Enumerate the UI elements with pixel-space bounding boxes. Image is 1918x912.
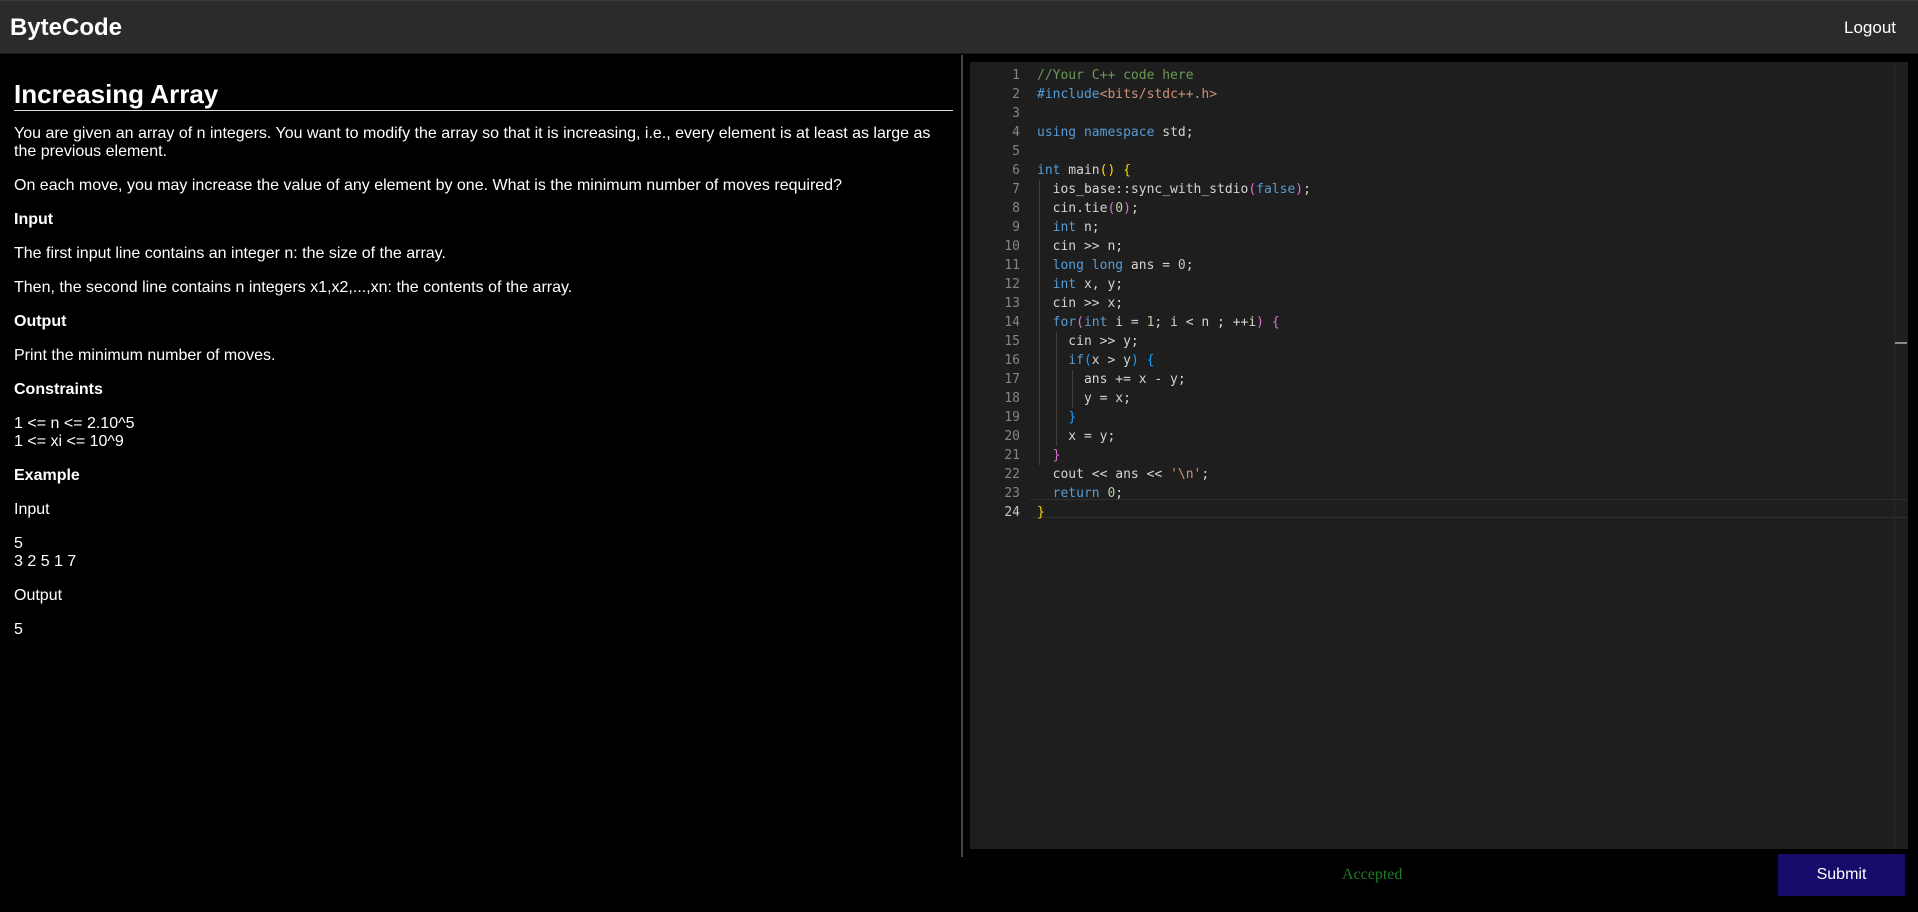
constraint-item: 1 <= xi <= 10^9 (14, 433, 124, 450)
submit-button[interactable]: Submit (1778, 854, 1905, 896)
line-number: 19 (1004, 410, 1020, 425)
example-input-line: 5 (14, 535, 23, 552)
line-number: 18 (1004, 391, 1020, 406)
code-line[interactable]: cout << ans << '\n'; (1037, 465, 1908, 484)
code-line[interactable]: int n; (1037, 218, 1908, 237)
code-line[interactable]: } (1037, 408, 1908, 427)
line-number-gutter: 1 2 3 4 5 6 7 8 9 10 11 12 13 14 15 16 17 18 19 20 21 22 23 24 (970, 66, 1020, 522)
code-area[interactable]: //Your C++ code here #include<bits/stdc++… (1037, 66, 1908, 522)
line-number: 20 (1004, 429, 1020, 444)
example-input-label: Input (14, 501, 50, 518)
line-number: 22 (1004, 467, 1020, 482)
code-line[interactable]: long long ans = 0; (1037, 256, 1908, 275)
editor-scrollbar[interactable] (1894, 62, 1908, 849)
line-number: 11 (1004, 258, 1020, 273)
panel-resizer[interactable] (961, 55, 963, 857)
indent-guide (1072, 370, 1073, 408)
code-line[interactable]: ​ (1037, 142, 1908, 161)
scrollbar-marker (1895, 342, 1907, 344)
problem-statement: Increasing Array You are given an array … (14, 54, 953, 639)
example-input-line: 3 2 5 1 7 (14, 553, 77, 570)
line-number: 15 (1004, 334, 1020, 349)
code-line[interactable]: cin >> x; (1037, 294, 1908, 313)
code-line[interactable]: int main() { (1037, 161, 1908, 180)
line-number: 9 (1012, 220, 1020, 235)
code-line[interactable]: #include<bits/stdc++.h> (1037, 85, 1908, 104)
example-heading: Example (14, 467, 80, 484)
line-number: 16 (1004, 353, 1020, 368)
line-number: 24 (1004, 505, 1020, 520)
line-number: 8 (1012, 201, 1020, 216)
code-line[interactable]: cin.tie(0); (1037, 199, 1908, 218)
code-line[interactable]: for(int i = 1; i < n ; ++i) { (1037, 313, 1908, 332)
code-line[interactable]: cin >> y; (1037, 332, 1908, 351)
line-number: 6 (1012, 163, 1020, 178)
code-line[interactable]: //Your C++ code here (1037, 66, 1908, 85)
example-output: 5 (14, 621, 23, 638)
code-line[interactable]: y = x; (1037, 389, 1908, 408)
code-line[interactable]: int x, y; (1037, 275, 1908, 294)
input-description-2: Then, the second line contains n integer… (14, 279, 573, 296)
line-number: 3 (1012, 106, 1020, 121)
indent-guide (1056, 332, 1057, 446)
line-number: 14 (1004, 315, 1020, 330)
line-number: 12 (1004, 277, 1020, 292)
problem-title: Increasing Array (14, 78, 953, 111)
code-line[interactable]: return 0; (1037, 484, 1908, 503)
code-line[interactable]: } (1037, 446, 1908, 465)
logout-link[interactable]: Logout (1844, 18, 1896, 38)
line-number: 10 (1004, 239, 1020, 254)
line-number: 1 (1012, 68, 1020, 83)
output-description: Print the minimum number of moves. (14, 347, 276, 364)
code-line[interactable]: ​ (1037, 104, 1908, 123)
line-number: 23 (1004, 486, 1020, 501)
problem-description: You are given an array of n integers. Yo… (14, 125, 931, 160)
input-heading: Input (14, 211, 54, 228)
line-number: 13 (1004, 296, 1020, 311)
code-line[interactable]: using namespace std; (1037, 123, 1908, 142)
code-line[interactable]: x = y; (1037, 427, 1908, 446)
line-number: 7 (1012, 182, 1020, 197)
input-description-1: The first input line contains an integer… (14, 245, 446, 262)
submission-status: Accepted (1342, 866, 1403, 883)
line-number: 4 (1012, 125, 1020, 140)
brand-logo[interactable]: ByteCode (10, 14, 122, 42)
constraints-heading: Constraints (14, 381, 103, 398)
line-number: 5 (1012, 144, 1020, 159)
line-number: 2 (1012, 87, 1020, 102)
top-navbar: ByteCode Logout (0, 0, 1918, 54)
line-number: 21 (1004, 448, 1020, 463)
problem-description-2: On each move, you may increase the value… (14, 177, 842, 194)
example-input: 5 3 2 5 1 7 (14, 535, 953, 571)
line-number: 17 (1004, 372, 1020, 387)
code-line[interactable]: } (1037, 503, 1908, 522)
code-line[interactable]: if(x > y) { (1037, 351, 1908, 370)
code-editor[interactable]: 1 2 3 4 5 6 7 8 9 10 11 12 13 14 15 16 17 18 19 20 21 22 23 24 … (970, 62, 1908, 849)
code-line[interactable]: ans += x - y; (1037, 370, 1908, 389)
code-line[interactable]: cin >> n; (1037, 237, 1908, 256)
constraint-item: 1 <= n <= 2.10^5 (14, 415, 135, 432)
indent-guide (1039, 180, 1040, 465)
output-heading: Output (14, 313, 67, 330)
code-line[interactable]: ios_base::sync_with_stdio(false); (1037, 180, 1908, 199)
constraints-list: 1 <= n <= 2.10^5 1 <= xi <= 10^9 (14, 415, 953, 451)
example-output-label: Output (14, 587, 63, 604)
